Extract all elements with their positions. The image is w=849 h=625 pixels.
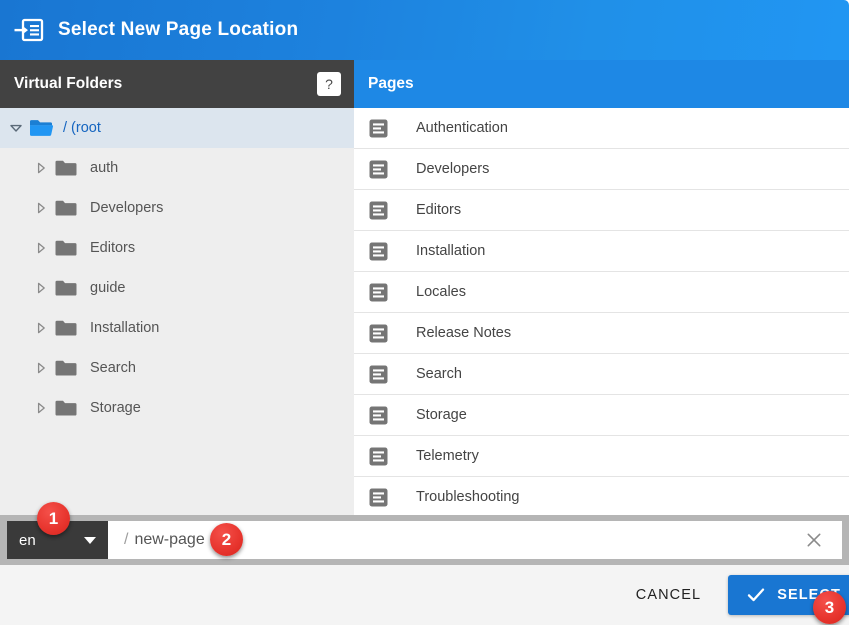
chevron-down-icon[interactable] (5, 117, 27, 139)
page-label: Authentication (416, 120, 508, 136)
page-icon (368, 323, 389, 344)
virtual-folders-title: Virtual Folders (14, 75, 317, 93)
virtual-folders-tree[interactable]: / (root auth (0, 108, 354, 515)
tree-label: Search (90, 360, 136, 376)
help-button[interactable]: ? (317, 72, 341, 96)
annotation-badge-3: 3 (813, 591, 846, 624)
folder-icon (54, 358, 78, 378)
folder-open-icon (29, 118, 53, 138)
page-icon (368, 405, 389, 426)
folder-icon (54, 198, 78, 218)
dialog-title: Select New Page Location (58, 19, 298, 41)
pages-header: Pages (354, 60, 849, 108)
list-item[interactable]: Telemetry (354, 436, 849, 477)
path-bar: en / new-page (0, 515, 849, 565)
page-label: Troubleshooting (416, 489, 519, 505)
path-prefix: / (124, 531, 128, 549)
page-icon (368, 241, 389, 262)
chevron-right-icon[interactable] (30, 317, 52, 339)
page-label: Search (416, 366, 462, 382)
chevron-right-icon[interactable] (30, 397, 52, 419)
list-item[interactable]: Locales (354, 272, 849, 313)
check-icon (746, 585, 766, 605)
list-item[interactable]: Release Notes (354, 313, 849, 354)
chevron-right-icon[interactable] (30, 237, 52, 259)
tree-row-auth[interactable]: auth (0, 148, 354, 188)
page-label: Locales (416, 284, 466, 300)
path-value: new-page (134, 531, 204, 549)
list-item[interactable]: Storage (354, 395, 849, 436)
tree-label: Installation (90, 320, 159, 336)
page-label: Release Notes (416, 325, 511, 341)
tree-row-storage[interactable]: Storage (0, 388, 354, 428)
tree-row-installation[interactable]: Installation (0, 308, 354, 348)
virtual-folders-header: Virtual Folders ? (0, 60, 354, 108)
dialog-header: Select New Page Location (0, 0, 849, 60)
list-item[interactable]: Troubleshooting (354, 477, 849, 515)
page-label: Installation (416, 243, 485, 259)
folder-icon (54, 238, 78, 258)
list-item[interactable]: Search (354, 354, 849, 395)
tree-row-developers[interactable]: Developers (0, 188, 354, 228)
page-label: Editors (416, 202, 461, 218)
dialog-body: / (root auth (0, 108, 849, 515)
chevron-right-icon[interactable] (30, 277, 52, 299)
annotation-badge-2: 2 (210, 523, 243, 556)
list-item[interactable]: Installation (354, 231, 849, 272)
page-icon (368, 487, 389, 508)
pages-list[interactable]: Authentication Developers (354, 108, 849, 515)
page-label: Storage (416, 407, 467, 423)
tree-label: Editors (90, 240, 135, 256)
close-icon[interactable] (800, 526, 828, 554)
folder-icon (54, 158, 78, 178)
tree-label-root: / (root (63, 120, 101, 136)
page-icon (368, 118, 389, 139)
chevron-right-icon[interactable] (30, 357, 52, 379)
page-icon (368, 159, 389, 180)
tree-row-root[interactable]: / (root (0, 108, 354, 148)
page-label: Telemetry (416, 448, 479, 464)
cancel-button[interactable]: CANCEL (622, 577, 715, 613)
folder-icon (54, 318, 78, 338)
folder-icon (54, 398, 78, 418)
chevron-right-icon[interactable] (30, 197, 52, 219)
tree-label: Storage (90, 400, 141, 416)
list-item[interactable]: Authentication (354, 108, 849, 149)
insert-page-icon (14, 17, 44, 43)
select-page-location-dialog: Select New Page Location Virtual Folders… (0, 0, 849, 625)
pages-title: Pages (368, 75, 414, 93)
list-item[interactable]: Developers (354, 149, 849, 190)
tree-row-guide[interactable]: guide (0, 268, 354, 308)
tree-label: guide (90, 280, 125, 296)
chevron-down-icon (84, 537, 96, 544)
annotation-badge-1: 1 (37, 502, 70, 535)
page-label: Developers (416, 161, 489, 177)
page-icon (368, 364, 389, 385)
chevron-right-icon[interactable] (30, 157, 52, 179)
tree-label: Developers (90, 200, 163, 216)
page-icon (368, 282, 389, 303)
page-icon (368, 200, 389, 221)
tree-row-search[interactable]: Search (0, 348, 354, 388)
page-icon (368, 446, 389, 467)
dialog-actions: CANCEL SELECT (0, 565, 849, 625)
tree-label: auth (90, 160, 118, 176)
folder-icon (54, 278, 78, 298)
list-item[interactable]: Editors (354, 190, 849, 231)
tree-row-editors[interactable]: Editors (0, 228, 354, 268)
